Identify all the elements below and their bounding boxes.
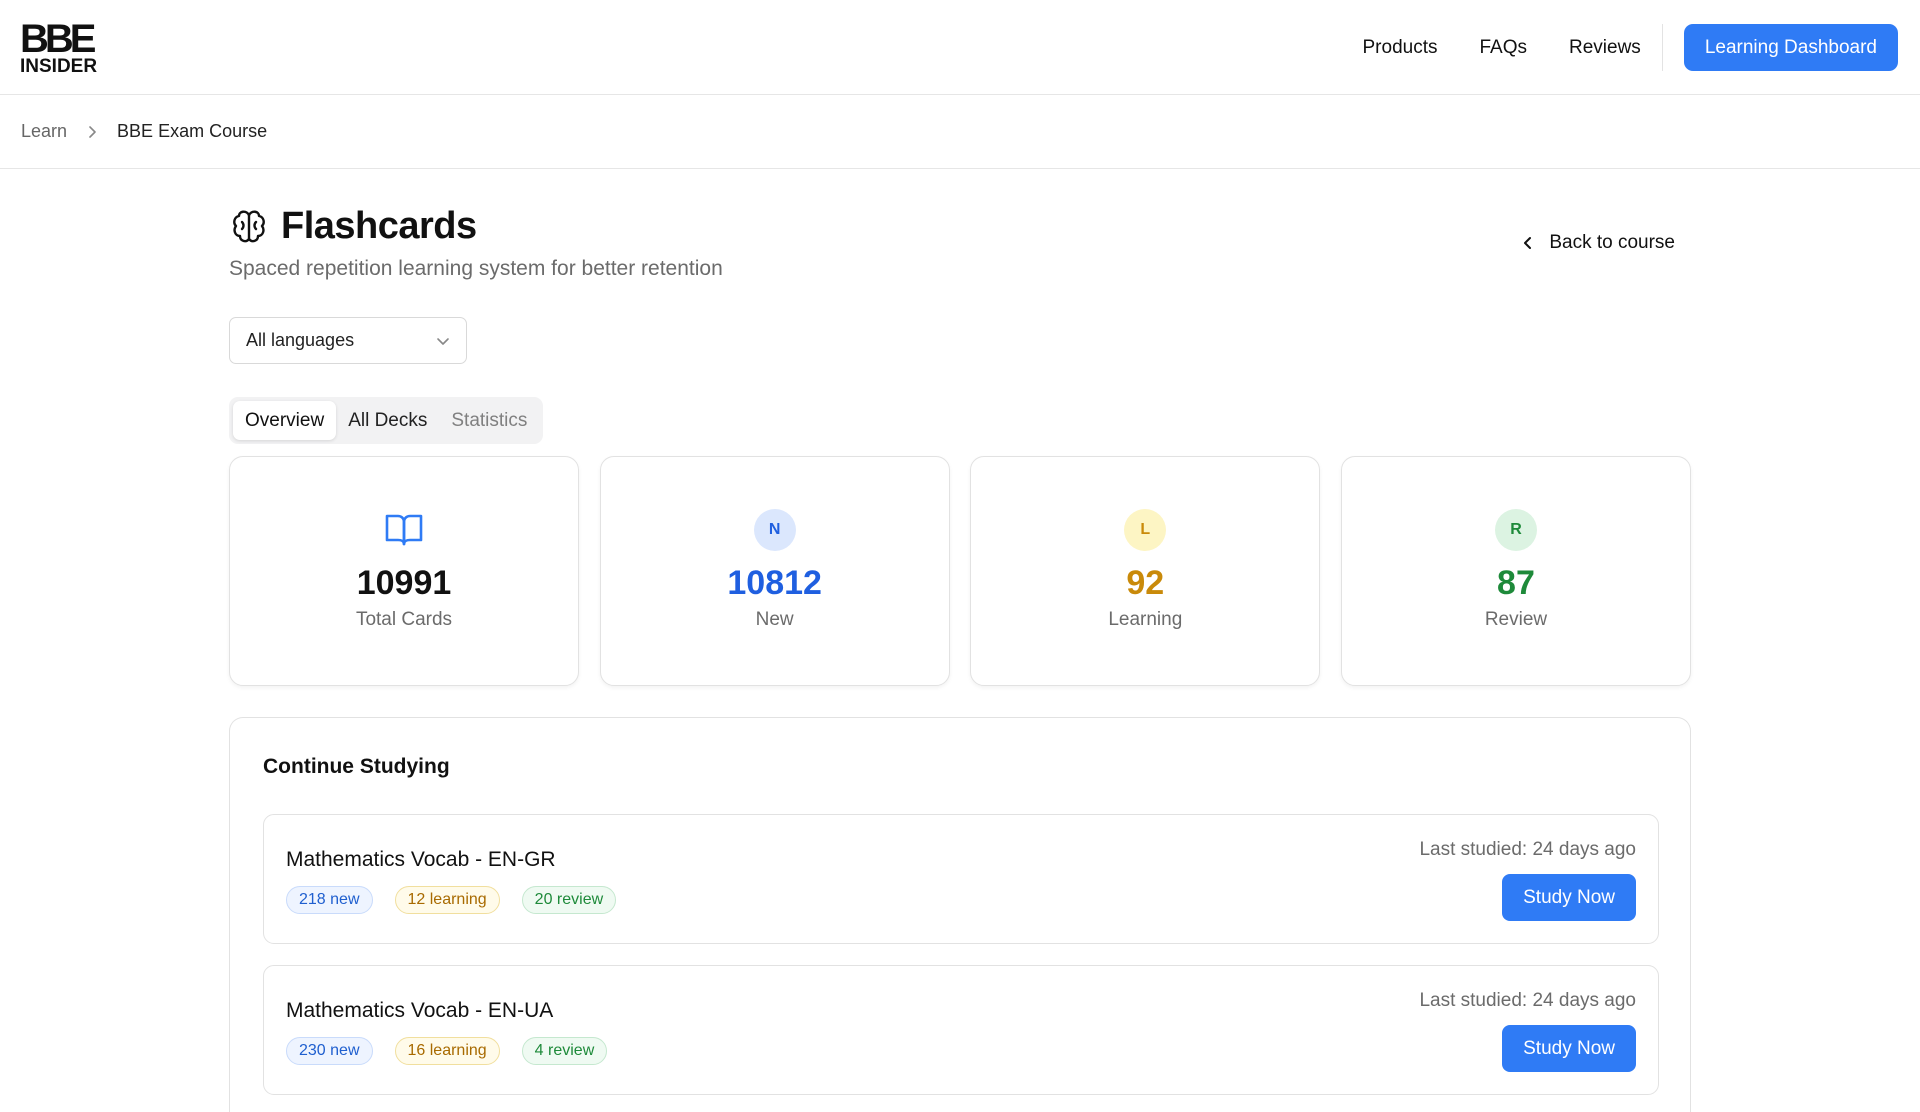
chevron-down-icon (437, 337, 449, 345)
stat-review-label: Review (1484, 609, 1548, 630)
review-count-badge: 20 review (521, 886, 617, 914)
chevron-right-icon (87, 125, 97, 139)
stat-review-value: 87 (1497, 564, 1535, 602)
stat-learning-value: 92 (1126, 564, 1165, 602)
page-subtitle: Spaced repetition learning system for be… (229, 257, 723, 280)
study-now-button[interactable]: Study Now (1502, 1025, 1636, 1072)
tab-statistics[interactable]: Statistics (439, 401, 539, 440)
deck-counts: 230 new 16 learning 4 review (286, 1037, 629, 1065)
stat-learning-icon-wrap: L (1124, 509, 1167, 551)
deck-counts: 218 new 12 learning 20 review (286, 886, 638, 914)
stat-total-value: 10991 (356, 564, 452, 602)
logo-mark: BBE (20, 17, 96, 61)
back-to-course-label: Back to course (1549, 232, 1675, 253)
stat-learning-label: Learning (1108, 609, 1183, 630)
stat-new-value: 10812 (727, 564, 822, 602)
language-select-value: All languages (246, 330, 355, 350)
nav-reviews[interactable]: Reviews (1569, 37, 1641, 59)
page-title: Flashcards (281, 205, 477, 247)
stat-total-label: Total Cards (355, 609, 453, 630)
deck-card: Mathematics Vocab - EN-GR 218 new 12 lea… (263, 814, 1659, 944)
stat-card-new: N 10812 New (599, 456, 950, 686)
stat-card-review: R 87 Review (1340, 456, 1691, 686)
continue-studying-panel: Continue Studying Mathematics Vocab - EN… (229, 717, 1691, 1112)
language-select[interactable]: All languages (229, 317, 467, 364)
page-title-row: Flashcards (229, 205, 477, 248)
learning-badge: L (1124, 509, 1167, 551)
breadcrumb-learn[interactable]: Learn (21, 121, 67, 142)
stat-card-learning: L 92 Learning (970, 456, 1321, 686)
breadcrumb-current: BBE Exam Course (117, 121, 268, 141)
tab-overview[interactable]: Overview (233, 401, 337, 440)
new-count-badge: 218 new (286, 886, 373, 914)
logo-subtitle: INSIDER (20, 56, 98, 77)
new-count-badge: 230 new (286, 1037, 373, 1065)
book-open-icon (383, 509, 425, 551)
breadcrumb: Learn BBE Exam Course (0, 95, 1920, 169)
top-header: BBE INSIDER Products FAQs Reviews Learni… (0, 0, 1920, 95)
tab-all-decks[interactable]: All Decks (336, 401, 439, 440)
new-badge: N (753, 509, 796, 551)
stat-new-label: New (755, 609, 794, 630)
nav-divider (1661, 24, 1663, 71)
stats-row: 10991 Total Cards N 10812 New L 92 Learn… (229, 456, 1691, 686)
review-badge: R (1494, 509, 1537, 551)
brain-icon (229, 207, 269, 247)
continue-studying-title: Continue Studying (263, 755, 450, 778)
chevron-left-icon (1524, 237, 1532, 249)
learning-dashboard-button[interactable]: Learning Dashboard (1683, 24, 1898, 71)
bbe-insider-logo[interactable]: BBE INSIDER (20, 17, 100, 77)
nav-products[interactable]: Products (1363, 37, 1438, 59)
study-now-button[interactable]: Study Now (1502, 874, 1636, 921)
review-count-badge: 4 review (521, 1037, 608, 1065)
last-studied-text: Last studied: 24 days ago (1419, 839, 1636, 860)
view-tabs: Overview All Decks Statistics (229, 397, 544, 444)
last-studied-text: Last studied: 24 days ago (1419, 990, 1636, 1011)
deck-name: Mathematics Vocab - EN-UA (286, 999, 554, 1022)
back-to-course-link[interactable]: Back to course (1523, 232, 1675, 254)
stat-new-icon-wrap: N (753, 509, 796, 551)
stat-card-total: 10991 Total Cards (229, 456, 579, 686)
deck-name: Mathematics Vocab - EN-GR (286, 848, 556, 871)
learning-count-badge: 16 learning (394, 1037, 500, 1065)
nav-faqs[interactable]: FAQs (1479, 37, 1527, 59)
learning-count-badge: 12 learning (394, 886, 500, 914)
main-nav: Products FAQs Reviews Learning Dashboard (1363, 24, 1898, 71)
stat-review-icon-wrap: R (1494, 509, 1537, 551)
deck-card: Mathematics Vocab - EN-UA 230 new 16 lea… (263, 965, 1659, 1095)
